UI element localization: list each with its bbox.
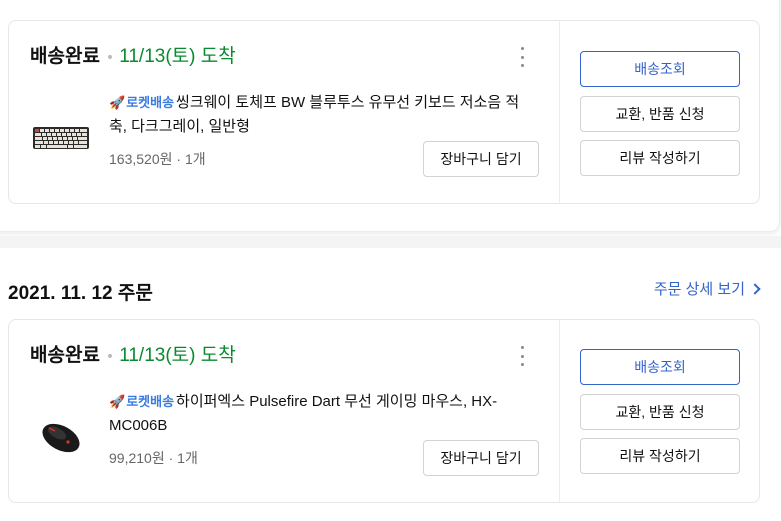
write-review-button[interactable]: 리뷰 작성하기 [580, 140, 740, 176]
product-title[interactable]: 🚀로켓배송 하이퍼엑스 Pulsefire Dart 무선 게이밍 마우스, HX… [109, 390, 534, 438]
rocket-icon: 🚀 [109, 394, 126, 409]
order-item-card-2: 배송완료 • 11/13(토) 도착 🚀로켓배송 하이퍼엑스 Pulsefire … [8, 319, 760, 503]
delivery-status-row: 배송완료 • 11/13(토) 도착 [30, 340, 236, 367]
order-item-info: 배송완료 • 11/13(토) 도착 🚀로켓배송 하이퍼엑스 Pulsefire … [9, 320, 559, 502]
exchange-return-button[interactable]: 교환, 반품 신청 [580, 96, 740, 132]
keyboard-thumbnail[interactable] [31, 121, 91, 155]
separator-dot: • [105, 50, 115, 66]
badge-label: 로켓배송 [126, 95, 175, 110]
kebab-menu-icon[interactable] [517, 346, 527, 366]
chevron-right-icon [749, 282, 761, 295]
rocket-badge: 🚀로켓배송 [109, 394, 174, 409]
quantity: 1개 [177, 450, 198, 466]
delivery-status: 배송완료 [30, 45, 100, 67]
section-separator [0, 236, 781, 248]
price-quantity: 99,210원 · 1개 [109, 448, 198, 468]
add-to-cart-button[interactable]: 장바구니 담기 [423, 141, 539, 177]
separator-dot: · [176, 151, 185, 167]
order-actions: 배송조회 교환, 반품 신청 리뷰 작성하기 [560, 21, 759, 203]
track-delivery-button[interactable]: 배송조회 [580, 349, 740, 385]
product-title[interactable]: 🚀로켓배송 씽크웨이 토체프 BW 블루투스 유무선 키보드 저소음 적축, 다크… [109, 91, 534, 139]
quantity: 1개 [184, 151, 206, 167]
order-item-card-1: 배송완료 • 11/13(토) 도착 🚀로켓배송 씽크웨이 토체프 BW 블루투스… [8, 20, 760, 204]
price-quantity: 163,520원 · 1개 [109, 149, 206, 169]
rocket-badge: 🚀로켓배송 [109, 95, 174, 110]
order-item-info: 배송완료 • 11/13(토) 도착 🚀로켓배송 씽크웨이 토체프 BW 블루투스… [9, 21, 559, 203]
delivery-status-row: 배송완료 • 11/13(토) 도착 [30, 41, 236, 68]
track-delivery-button[interactable]: 배송조회 [580, 51, 740, 87]
delivery-status: 배송완료 [30, 344, 100, 366]
kebab-menu-icon[interactable] [517, 47, 527, 67]
add-to-cart-button[interactable]: 장바구니 담기 [423, 440, 539, 476]
separator-dot: · [168, 450, 178, 466]
order-actions: 배송조회 교환, 반품 신청 리뷰 작성하기 [560, 320, 759, 502]
price: 99,210원 [109, 450, 165, 466]
order-detail-label[interactable]: 주문 상세 보기 [654, 278, 745, 299]
price: 163,520원 [109, 151, 173, 167]
badge-label: 로켓배송 [126, 394, 175, 409]
arrival-date: 11/13(토) 도착 [119, 46, 236, 67]
separator-dot: • [105, 349, 115, 365]
arrival-date: 11/13(토) 도착 [119, 345, 236, 366]
exchange-return-button[interactable]: 교환, 반품 신청 [580, 394, 740, 430]
mouse-thumbnail[interactable] [35, 412, 87, 456]
order-detail-link[interactable]: 주문 상세 보기 [654, 278, 761, 299]
write-review-button[interactable]: 리뷰 작성하기 [580, 438, 740, 474]
order-date: 2021. 11. 12 주문 [8, 283, 153, 304]
rocket-icon: 🚀 [109, 95, 126, 110]
